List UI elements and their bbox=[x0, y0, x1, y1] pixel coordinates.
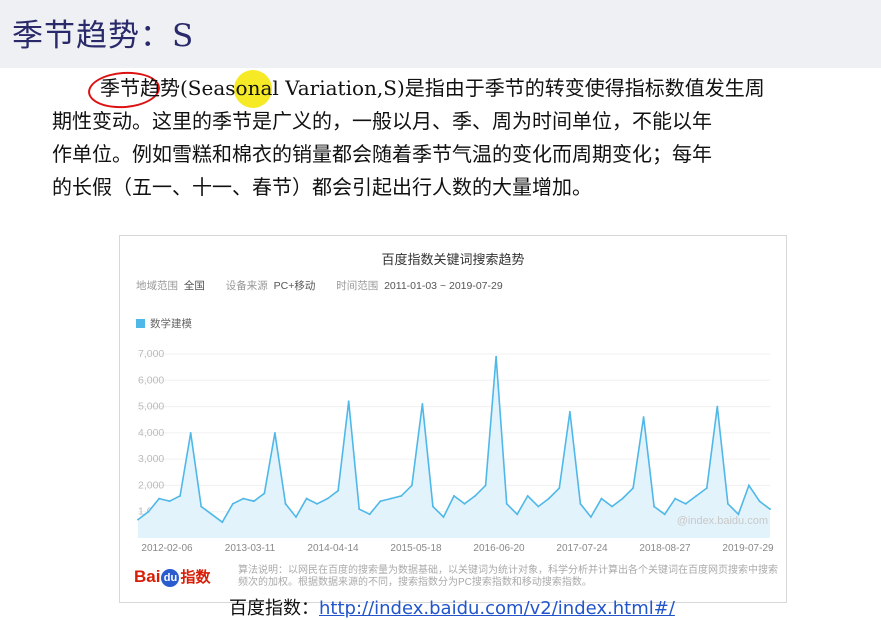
data-point bbox=[558, 487, 561, 489]
x-tick-label: 2018-08-27 bbox=[639, 543, 691, 554]
data-point bbox=[632, 487, 634, 489]
data-point bbox=[410, 484, 413, 487]
watermark: @index.baidu.com bbox=[677, 515, 768, 527]
data-point bbox=[684, 502, 687, 505]
data-point bbox=[463, 502, 466, 505]
data-point bbox=[358, 508, 361, 510]
data-point bbox=[252, 500, 255, 503]
data-point bbox=[653, 505, 656, 508]
data-point bbox=[158, 497, 160, 500]
body-paragraph: 季节趋势(Seasonal Variation,S)是指由于季节的转变使得指标数… bbox=[52, 72, 852, 204]
series-area bbox=[138, 356, 770, 538]
data-point bbox=[137, 518, 139, 521]
source-label: 百度指数： bbox=[229, 598, 319, 619]
data-point bbox=[611, 505, 613, 508]
algorithm-note: 算法说明：以网民在百度的搜索量为数据基础，以关键词为统计对象，科学分析并计算出各… bbox=[238, 565, 778, 588]
slide-title: 季节趋势：S bbox=[12, 18, 195, 54]
x-tick-label: 2015-05-18 bbox=[390, 543, 442, 554]
data-point bbox=[231, 502, 234, 505]
data-point bbox=[547, 497, 550, 500]
data-point bbox=[337, 489, 340, 492]
data-point bbox=[432, 505, 434, 508]
data-point bbox=[474, 495, 476, 497]
data-point bbox=[769, 508, 771, 510]
title-bar: 季节趋势：S bbox=[0, 0, 881, 68]
data-point bbox=[621, 497, 624, 500]
data-point bbox=[505, 502, 508, 505]
chart-plot: 1,0002,0003,0004,0005,0006,0007,000@inde… bbox=[137, 348, 774, 554]
data-point bbox=[663, 513, 666, 516]
x-tick-label: 2017-07-24 bbox=[556, 543, 608, 554]
data-point bbox=[453, 495, 455, 497]
paragraph-line-4: 的长假（五一、十一、春节）都会引起出行人数的大量增加。 bbox=[52, 175, 592, 199]
data-point bbox=[484, 484, 487, 487]
x-tick-label: 2013-03-11 bbox=[225, 543, 276, 554]
y-tick-label: 7,000 bbox=[138, 348, 164, 360]
data-point bbox=[326, 497, 329, 500]
data-point bbox=[642, 416, 645, 418]
data-point bbox=[189, 431, 192, 434]
data-point bbox=[600, 497, 603, 500]
baidu-index-logo: Bai du 指数 bbox=[134, 567, 211, 587]
baidu-index-chart: 百度指数关键词搜索趋势 地域范围 全国 设备来源 PC+移动 时间范围 2011… bbox=[119, 235, 787, 603]
data-point bbox=[221, 521, 224, 524]
data-point bbox=[421, 403, 424, 405]
data-point bbox=[495, 355, 498, 358]
y-tick-label: 5,000 bbox=[138, 401, 164, 413]
source-line: 百度指数：http://index.baidu.com/v2/index.htm… bbox=[229, 594, 675, 620]
data-point bbox=[516, 513, 519, 516]
data-point bbox=[179, 495, 182, 497]
data-point bbox=[568, 410, 571, 413]
data-point bbox=[274, 431, 276, 434]
data-point bbox=[674, 497, 677, 500]
data-point bbox=[758, 500, 761, 503]
x-tick-label: 2016-06-20 bbox=[473, 543, 525, 554]
data-point bbox=[147, 510, 150, 513]
data-point bbox=[284, 502, 287, 505]
data-point bbox=[400, 495, 403, 497]
data-point bbox=[705, 487, 708, 489]
source-link[interactable]: http://index.baidu.com/v2/index.html#/ bbox=[319, 598, 675, 619]
data-point bbox=[695, 495, 698, 497]
y-tick-label: 6,000 bbox=[138, 374, 164, 386]
y-tick-label: 3,000 bbox=[138, 453, 164, 465]
data-point bbox=[168, 500, 171, 503]
paragraph-line-2: 期性变动。这里的季节是广义的，一般以月、季、周为时间单位，不能以年 bbox=[52, 109, 712, 133]
data-point bbox=[590, 516, 592, 518]
data-point bbox=[379, 500, 382, 503]
data-point bbox=[537, 505, 540, 508]
data-point bbox=[316, 502, 318, 505]
series-line bbox=[137, 356, 771, 524]
y-tick-label: 2,000 bbox=[138, 479, 164, 491]
data-point bbox=[579, 502, 582, 505]
data-point bbox=[716, 405, 719, 408]
data-point bbox=[442, 516, 445, 518]
data-point bbox=[368, 513, 371, 516]
paragraph-line-3: 作单位。例如雪糕和棉衣的销量都会随着季节气温的变化而周期变化；每年 bbox=[52, 142, 712, 166]
x-tick-label: 2019-07-29 bbox=[722, 543, 774, 554]
data-point bbox=[726, 502, 729, 505]
data-point bbox=[305, 497, 308, 500]
paragraph-line-1: 季节趋势(Seasonal Variation,S)是指由于季节的转变使得指标数… bbox=[100, 76, 765, 100]
paw-icon: du bbox=[161, 569, 180, 587]
data-point bbox=[242, 497, 245, 500]
data-point bbox=[526, 495, 529, 497]
x-tick-label: 2012-02-06 bbox=[141, 543, 193, 554]
y-tick-label: 4,000 bbox=[138, 427, 164, 439]
x-tick-label: 2014-04-14 bbox=[307, 543, 359, 554]
data-point bbox=[263, 492, 266, 495]
data-point bbox=[200, 505, 203, 508]
data-point bbox=[210, 513, 213, 516]
data-point bbox=[295, 516, 297, 518]
data-point bbox=[347, 400, 350, 403]
data-point bbox=[748, 484, 750, 487]
data-point bbox=[389, 497, 392, 500]
